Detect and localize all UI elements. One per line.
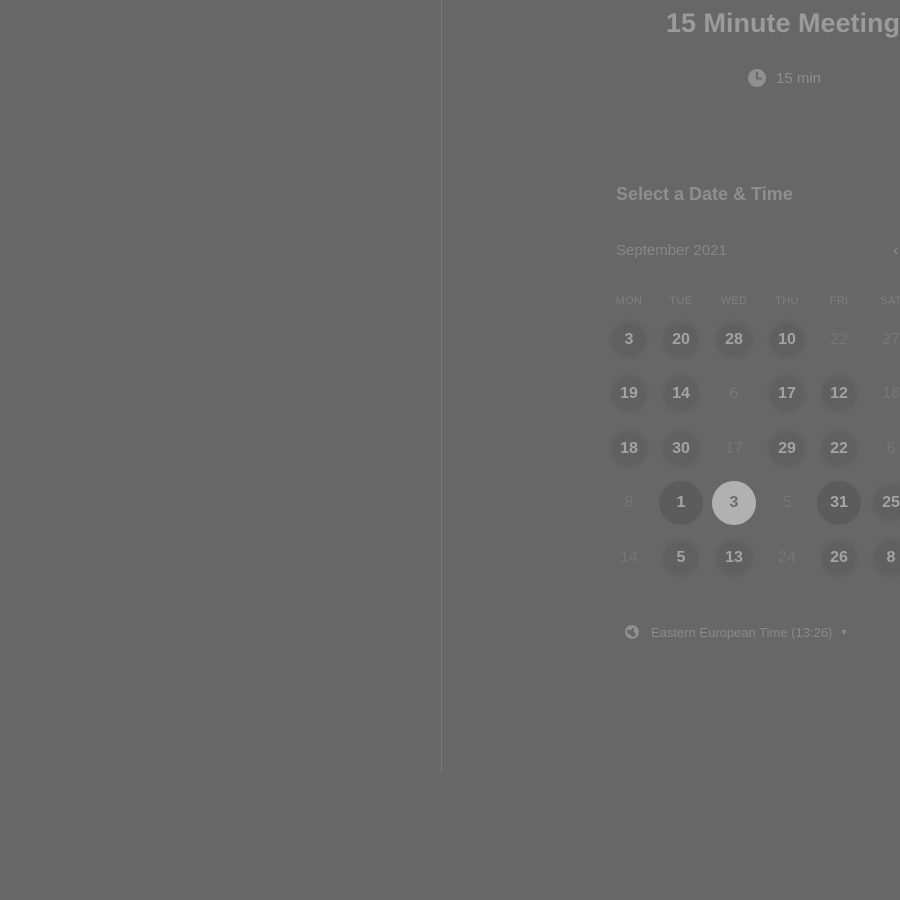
event-duration: 15 min xyxy=(747,67,821,89)
clock-icon xyxy=(747,68,767,88)
event-title: 15 Minute Meeting xyxy=(666,8,900,38)
calendar-day[interactable]: 5 xyxy=(659,536,703,580)
weekday-thu: THU xyxy=(775,295,799,307)
calendar-day[interactable]: 30 xyxy=(659,427,703,471)
calendar-day[interactable]: 1 xyxy=(659,481,703,525)
calendar-day[interactable]: 25 xyxy=(869,481,900,525)
calendar-day: 22 xyxy=(830,331,848,348)
calendar-day: 8 xyxy=(624,494,634,511)
calendar-day: 17 xyxy=(725,440,743,457)
month-label: September 2021 xyxy=(616,242,727,259)
calendar-day: 24 xyxy=(778,549,796,566)
date-time-title: Select a Date & Time xyxy=(616,184,793,204)
caret-down-icon: ▼ xyxy=(839,627,849,637)
globe-icon xyxy=(624,624,640,640)
chevron-left-icon[interactable]: ‹ xyxy=(893,241,900,261)
weekday-wed: WED xyxy=(720,295,748,307)
calendar-day[interactable]: 13 xyxy=(712,536,756,580)
scheduling-page: 15 Minute Meeting 15 min Select a Date &… xyxy=(0,0,900,900)
calendar-day[interactable]: 12 xyxy=(817,372,861,416)
timezone-selector[interactable]: Eastern European Time (13:26) ▼ xyxy=(624,622,848,642)
calendar-day: 6 xyxy=(886,440,896,457)
calendar-day[interactable]: 8 xyxy=(869,536,900,580)
calendar-day: 5 xyxy=(782,494,792,511)
calendar-day[interactable]: 31 xyxy=(817,481,861,525)
calendar-day[interactable]: 3 xyxy=(607,318,651,362)
calendar-day[interactable]: 26 xyxy=(817,536,861,580)
calendar-day[interactable]: 28 xyxy=(712,318,756,362)
calendar-day: 6 xyxy=(729,385,739,402)
panel-divider xyxy=(441,0,442,773)
calendar-day[interactable]: 10 xyxy=(765,318,809,362)
weekday-sat: SAT xyxy=(880,295,900,307)
calendar-day[interactable]: 20 xyxy=(659,318,703,362)
calendar-day[interactable]: 19 xyxy=(607,372,651,416)
duration-label: 15 min xyxy=(776,69,822,87)
calendar-day: 18 xyxy=(882,385,900,402)
calendar-day: 27 xyxy=(882,331,900,348)
weekday-mon: MON xyxy=(615,295,643,307)
calendar-day-selected[interactable]: 3 xyxy=(712,481,756,525)
weekday-tue: TUE xyxy=(669,295,693,307)
calendar-day[interactable]: 14 xyxy=(659,372,703,416)
calendar-day[interactable]: 29 xyxy=(765,427,809,471)
timezone-label: Eastern European Time (13:26) xyxy=(651,624,833,640)
calendar-day: 14 xyxy=(620,549,638,566)
calendar-day[interactable]: 22 xyxy=(817,427,861,471)
weekday-fri: FRI xyxy=(829,295,849,307)
calendar-day[interactable]: 17 xyxy=(765,372,809,416)
calendar-day[interactable]: 18 xyxy=(607,427,651,471)
